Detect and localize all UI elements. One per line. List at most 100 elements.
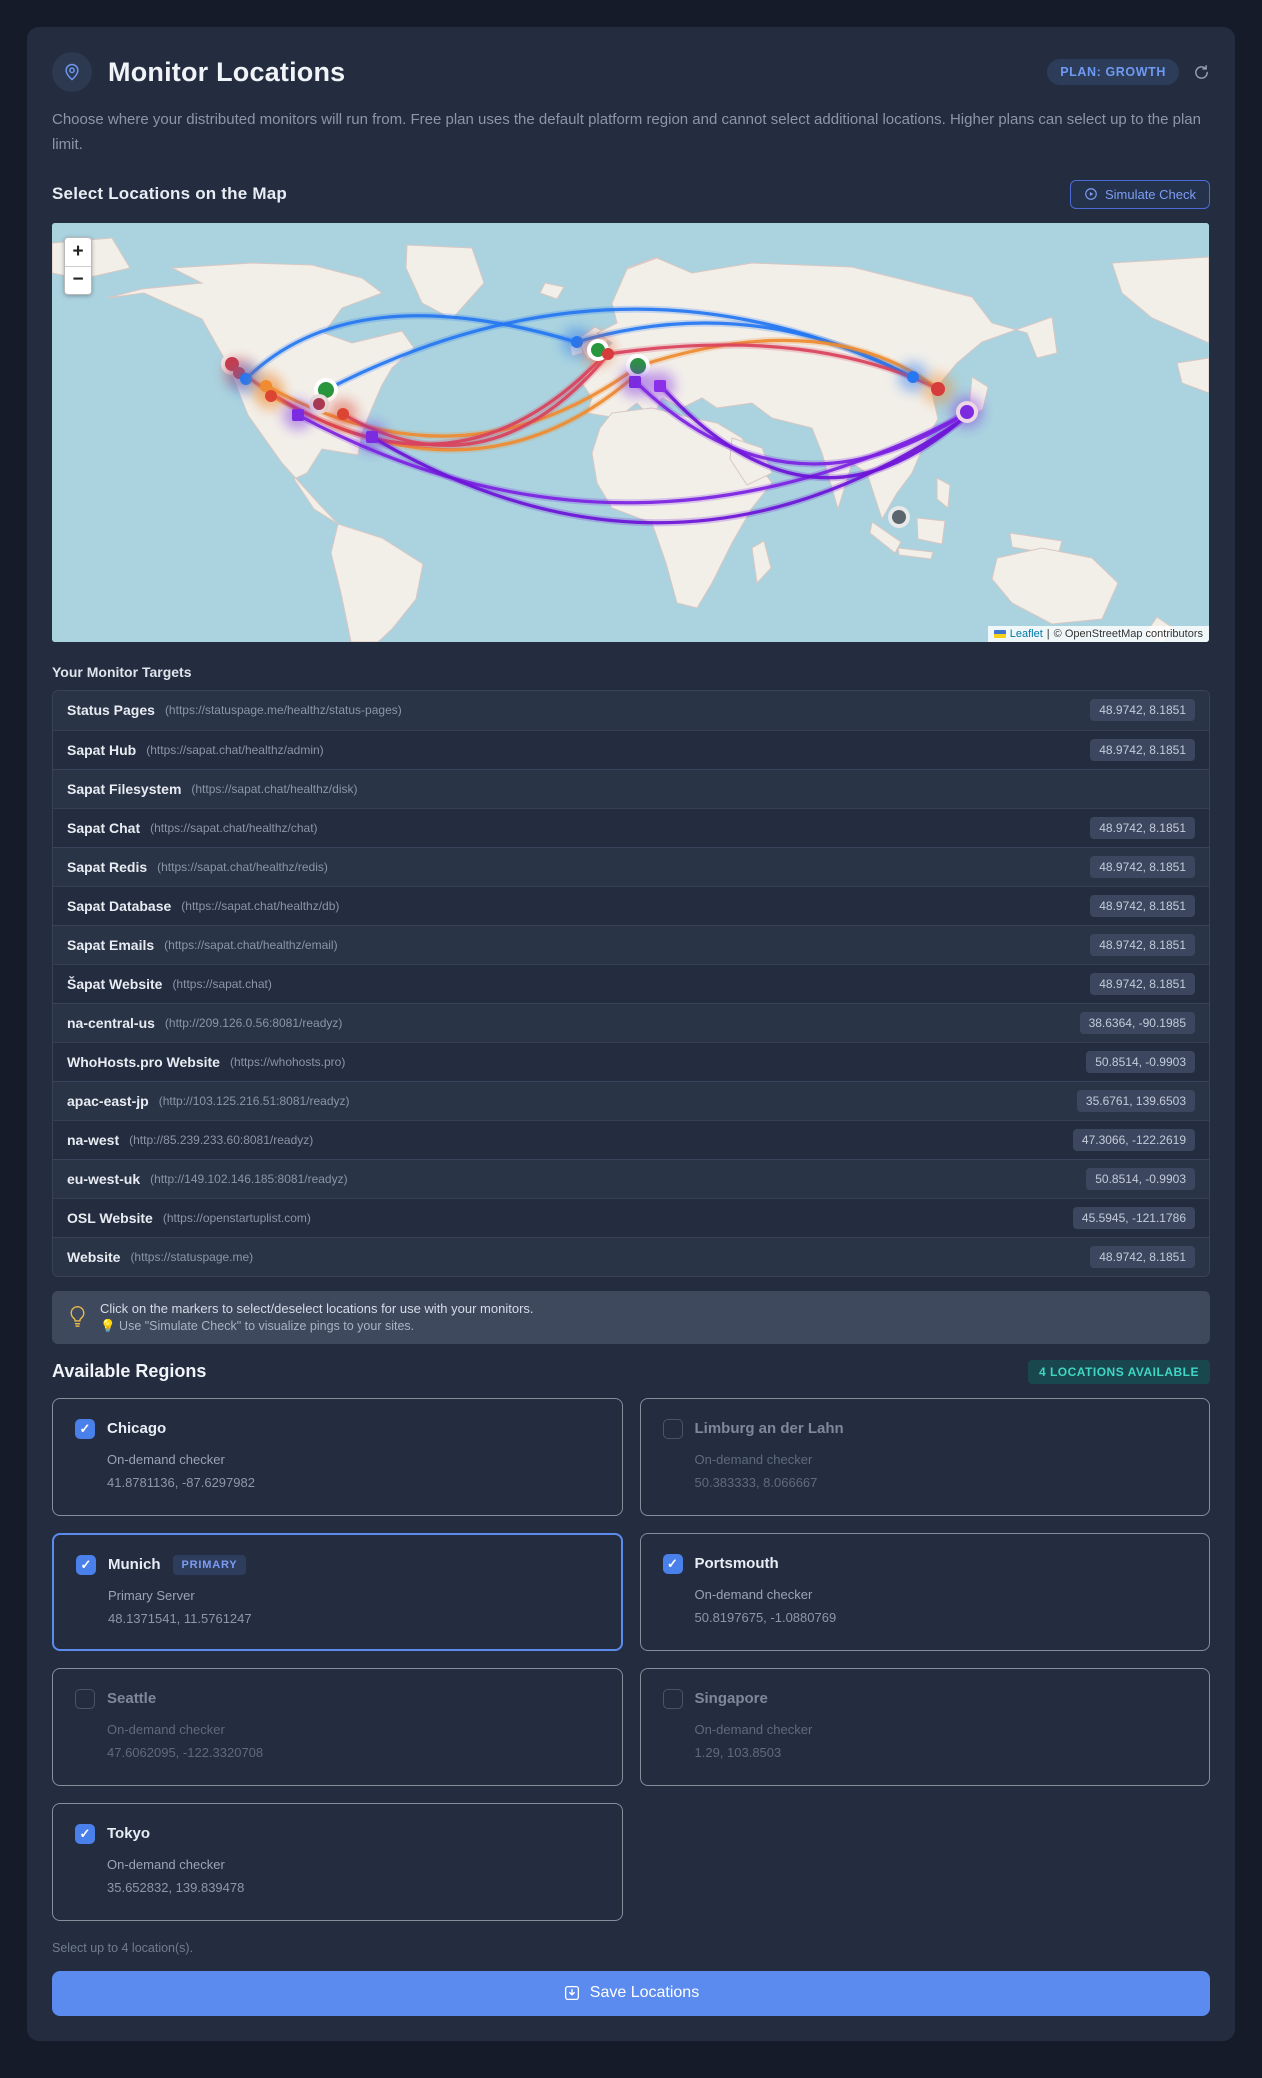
regions-grid: ✓ Chicago On-demand checker 41.8781136, -87…	[52, 1397, 1210, 1921]
region-coordinates: 48.1371541, 11.5761247	[108, 1610, 252, 1626]
region-checkbox[interactable]: ✓	[662, 1553, 683, 1574]
region-type: On-demand checker	[694, 1721, 813, 1737]
target-row: eu-west-uk (http://149.102.146.185:8081/r…	[53, 1158, 1209, 1198]
region-card-limburg-an-der-lahn[interactable]: Limburg an der Lahn On-demand checker 50.3…	[639, 1397, 1210, 1516]
map-marker[interactable]	[283, 399, 313, 430]
region-card-chicago[interactable]: ✓ Chicago On-demand checker 41.8781136, -87…	[52, 1397, 623, 1516]
map-canvas	[52, 222, 1209, 642]
map-attribution: Leaflet | © OpenStreetMap contributors	[987, 625, 1209, 642]
map-marker[interactable]	[951, 395, 983, 428]
region-card-munich[interactable]: ✓ Munich PRIMARY Primary Server 48.1371541, …	[52, 1532, 623, 1651]
target-name: OSL Website	[67, 1209, 153, 1226]
zoom-out-button[interactable]: −	[65, 265, 91, 294]
save-locations-button[interactable]: Save Locations	[52, 1970, 1210, 2016]
target-coordinates-badge: 48.9742, 8.1851	[1090, 816, 1195, 839]
target-row: Sapat Emails (https://sapat.chat/healthz/…	[53, 924, 1209, 964]
region-checkbox[interactable]	[662, 1688, 683, 1709]
map-marker[interactable]	[328, 398, 358, 429]
region-checkbox[interactable]: ✓	[75, 1418, 95, 1439]
region-checkbox[interactable]	[75, 1688, 95, 1709]
location-pin-icon	[52, 52, 92, 92]
target-row: Sapat Database (https://sapat.chat/health…	[53, 885, 1209, 925]
target-coordinates-badge: 38.6364, -90.1985	[1079, 1011, 1195, 1034]
targets-list: Status Pages (https://statuspage.me/healt…	[52, 689, 1210, 1277]
target-url: (https://sapat.chat/healthz/admin)	[146, 742, 324, 757]
map-marker[interactable]	[645, 370, 675, 401]
tip-line-1: Click on the markers to select/deselect …	[100, 1300, 534, 1316]
target-url: (https://statuspage.me)	[130, 1249, 254, 1264]
target-coordinates-badge: 48.9742, 8.1851	[1090, 1245, 1195, 1268]
target-url: (http://85.239.233.60:8081/readyz)	[129, 1132, 314, 1147]
locations-available-badge: 4 LOCATIONS AVAILABLE	[1027, 1359, 1210, 1384]
target-row: WhoHosts.pro Website (https://whohosts.pr…	[53, 1041, 1209, 1081]
leaflet-link[interactable]: Leaflet	[1010, 628, 1043, 640]
target-url: (https://sapat.chat/healthz/chat)	[150, 820, 318, 835]
target-url: (https://whohosts.pro)	[229, 1054, 346, 1069]
target-name: WhoHosts.pro Website	[67, 1053, 220, 1070]
target-url: (https://sapat.chat/healthz/email)	[164, 937, 338, 952]
map-marker[interactable]	[922, 372, 954, 405]
region-coordinates: 47.6062095, -122.3320708	[107, 1744, 264, 1760]
region-coordinates: 50.8197675, -1.0880769	[694, 1609, 837, 1625]
save-tray-icon	[563, 1984, 581, 2002]
target-name: na-west	[67, 1131, 120, 1148]
target-name: Šapat Website	[67, 975, 163, 992]
region-name: Seattle	[107, 1690, 157, 1707]
region-card-portsmouth[interactable]: ✓ Portsmouth On-demand checker 50.8197675, …	[639, 1532, 1210, 1651]
region-name: Singapore	[694, 1690, 768, 1707]
target-row: na-central-us (http://209.126.0.56:8081/r…	[53, 1002, 1209, 1042]
target-coordinates-badge: 48.9742, 8.1851	[1090, 933, 1195, 956]
target-row: Šapat Website (https://sapat.chat) 48.9742…	[53, 963, 1209, 1003]
header: Monitor Locations PLAN: GROWTH	[52, 52, 1210, 92]
region-card-tokyo[interactable]: ✓ Tokyo On-demand checker 35.652832, 139.83…	[52, 1802, 623, 1921]
target-row: Sapat Filesystem (https://sapat.chat/heal…	[53, 768, 1209, 808]
select-limit-note: Select up to 4 location(s).	[52, 1940, 194, 1955]
play-circle-icon	[1084, 187, 1098, 201]
monitor-locations-panel: Monitor Locations PLAN: GROWTH Choose wh…	[27, 27, 1235, 2041]
target-row: Sapat Hub (https://sapat.chat/healthz/adm…	[53, 729, 1209, 769]
target-row: OSL Website (https://openstartuplist.com)…	[53, 1197, 1209, 1237]
region-name: Limburg an der Lahn	[694, 1420, 844, 1437]
zoom-in-button[interactable]: +	[65, 237, 91, 266]
targets-heading: Your Monitor Targets	[52, 663, 192, 680]
target-url: (https://sapat.chat/healthz/disk)	[191, 781, 358, 796]
region-name: Chicago	[107, 1420, 167, 1437]
map-marker[interactable]	[888, 505, 910, 528]
target-coordinates-badge: 48.9742, 8.1851	[1090, 699, 1195, 721]
target-url: (https://statuspage.me/healthz/status-pa…	[164, 703, 402, 717]
target-row: Status Pages (https://statuspage.me/healt…	[53, 690, 1209, 730]
target-coordinates-badge: 48.9742, 8.1851	[1090, 738, 1195, 761]
region-coordinates: 35.652832, 139.839478	[107, 1879, 245, 1895]
target-row: na-west (http://85.239.233.60:8081/readyz…	[53, 1119, 1209, 1159]
page-description: Choose where your distributed monitors w…	[52, 111, 1201, 153]
ukraine-flag-icon	[993, 629, 1006, 638]
map-marker[interactable]	[620, 366, 650, 397]
region-coordinates: 50.383333, 8.066667	[694, 1474, 818, 1490]
refresh-icon[interactable]	[1193, 64, 1210, 81]
target-url: (https://sapat.chat)	[172, 976, 272, 991]
target-coordinates-badge: 47.3066, -122.2619	[1072, 1128, 1195, 1151]
lightbulb-icon	[68, 1304, 87, 1330]
target-coordinates-badge: 45.5945, -121.1786	[1072, 1206, 1195, 1229]
region-checkbox[interactable]: ✓	[75, 1823, 95, 1844]
region-checkbox[interactable]: ✓	[76, 1554, 96, 1575]
target-name: na-central-us	[67, 1014, 155, 1031]
target-coordinates-badge: 48.9742, 8.1851	[1090, 972, 1195, 995]
simulate-check-button[interactable]: Simulate Check	[1069, 179, 1210, 209]
region-checkbox[interactable]	[662, 1418, 683, 1439]
target-row: apac-east-jp (http://103.125.216.51:8081/…	[53, 1080, 1209, 1120]
map-marker[interactable]	[357, 421, 387, 452]
target-name: apac-east-jp	[67, 1092, 149, 1109]
region-card-seattle[interactable]: Seattle On-demand checker 47.6062095, -122…	[52, 1667, 623, 1786]
region-type: Primary Server	[108, 1587, 195, 1603]
map-marker[interactable]	[256, 380, 286, 411]
target-coordinates-badge: 50.8514, -0.9903	[1086, 1050, 1195, 1073]
page-title: Monitor Locations	[108, 56, 346, 87]
world-map[interactable]: + − Leaflet | © OpenStreetMap contributo…	[52, 222, 1209, 642]
region-name: Munich	[108, 1556, 161, 1573]
map-marker[interactable]	[602, 347, 614, 360]
region-type: On-demand checker	[107, 1856, 225, 1872]
target-coordinates-badge: 48.9742, 8.1851	[1090, 894, 1195, 917]
region-card-singapore[interactable]: Singapore On-demand checker 1.29, 103.8503	[639, 1667, 1210, 1786]
target-row: Sapat Chat (https://sapat.chat/healthz/ch…	[53, 807, 1209, 847]
